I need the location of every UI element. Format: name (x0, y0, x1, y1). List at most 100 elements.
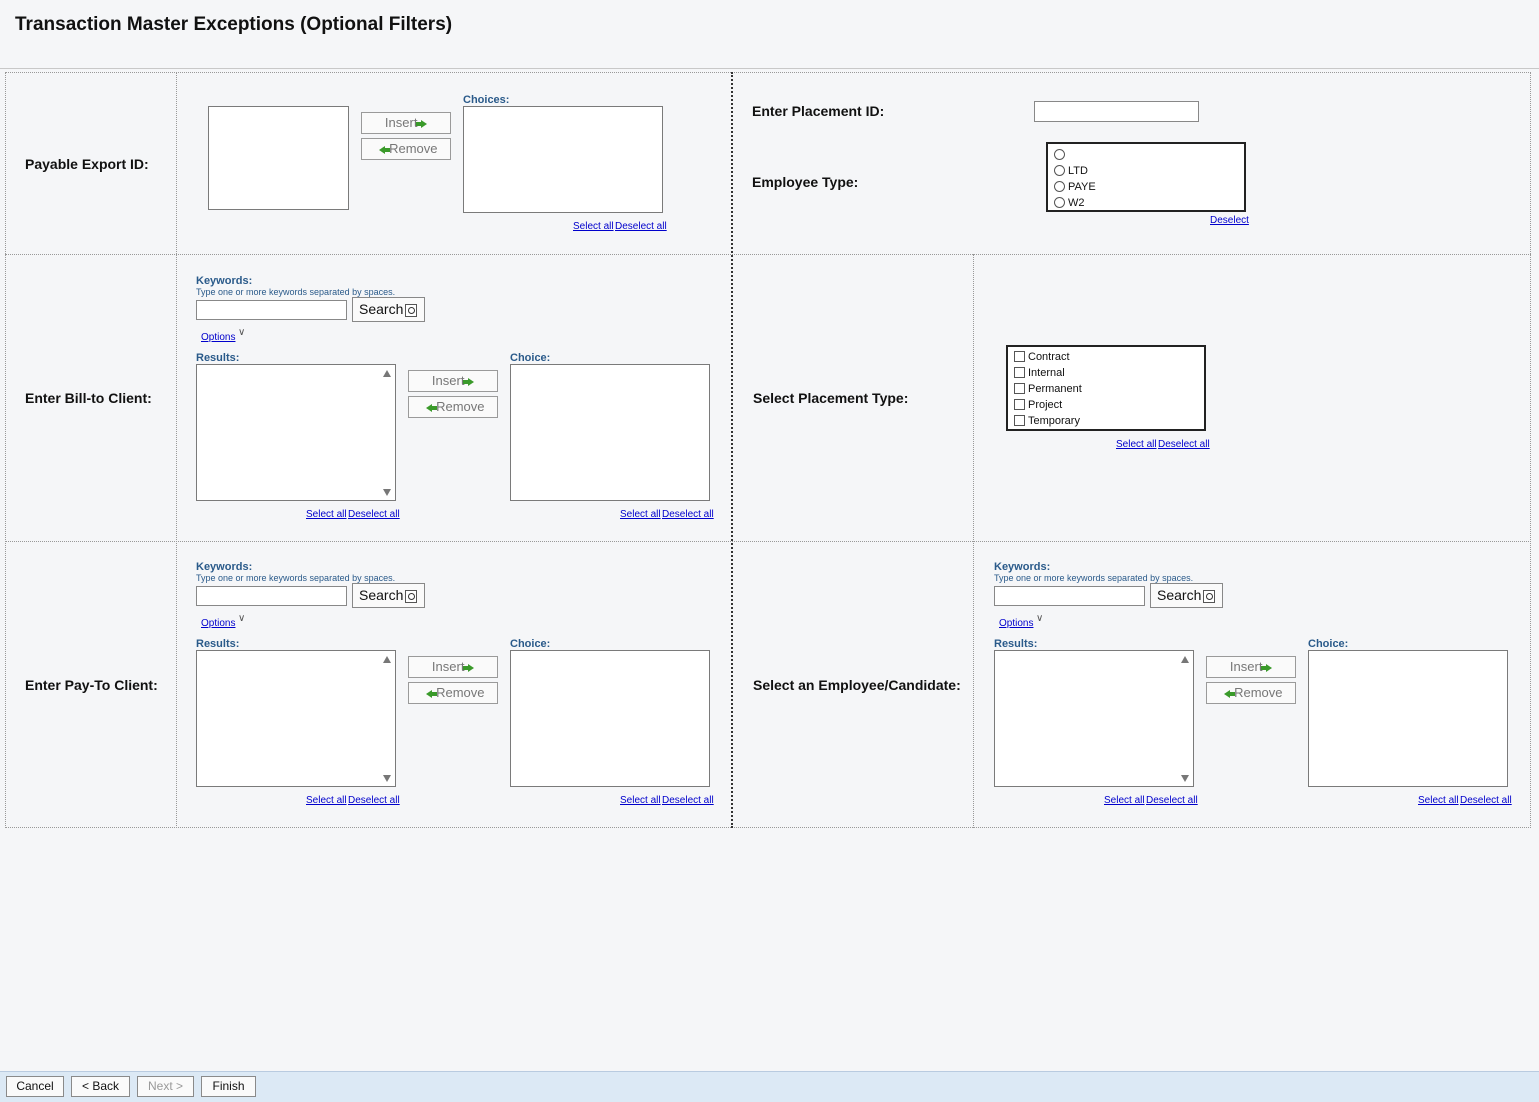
finish-button[interactable]: Finish (201, 1076, 256, 1097)
bill-to-search-button[interactable]: Search (352, 297, 425, 322)
pay-to-search-input[interactable] (196, 586, 347, 606)
page-title: Transaction Master Exceptions (Optional … (15, 14, 453, 35)
pay-to-search-button[interactable]: Search (352, 583, 425, 608)
employee-type-option[interactable]: PAYE (1054, 179, 1096, 195)
employee-remove-button[interactable]: Remove (1206, 682, 1296, 704)
placement-type-option[interactable]: Project (1014, 397, 1062, 413)
bill-to-choice-list[interactable] (510, 364, 710, 501)
bill-to-options-link[interactable]: Options (201, 332, 235, 343)
back-button[interactable]: < Back (71, 1076, 130, 1097)
next-button[interactable]: Next > (137, 1076, 194, 1097)
bill-to-remove-button[interactable]: Remove (408, 396, 498, 418)
employee-search-button[interactable]: Search (1150, 583, 1223, 608)
col-divider-right (973, 254, 974, 828)
bill-to-keywords-hint: Type one or more keywords separated by s… (196, 287, 396, 297)
bill-to-results-deselect-all-link[interactable]: Deselect all (348, 509, 400, 520)
employee-results-list[interactable] (994, 650, 1194, 787)
arrow-left-icon (426, 689, 438, 698)
bill-to-choice-select-all-link[interactable]: Select all (620, 509, 661, 520)
employee-label: Select an Employee/Candidate: (753, 677, 961, 693)
bill-to-choice-label: Choice: (510, 352, 551, 364)
pay-to-results-deselect-all-link[interactable]: Deselect all (348, 795, 400, 806)
checkbox[interactable] (1014, 383, 1025, 395)
checkbox[interactable] (1014, 367, 1025, 379)
radio-button[interactable] (1054, 197, 1065, 209)
scroll-up-icon[interactable] (1181, 656, 1189, 663)
employee-insert-button[interactable]: Insert (1206, 656, 1296, 678)
employee-keywords-hint: Type one or more keywords separated by s… (994, 573, 1194, 583)
placement-type-option[interactable]: Internal (1014, 365, 1065, 381)
employee-results-select-all-link[interactable]: Select all (1104, 795, 1145, 806)
pay-to-options-link[interactable]: Options (201, 618, 235, 629)
employee-choice-select-all-link[interactable]: Select all (1418, 795, 1459, 806)
radio-button[interactable] (1054, 165, 1065, 177)
employee-type-option[interactable] (1054, 147, 1068, 163)
employee-type-radio-group: LTD PAYE W2 (1046, 142, 1246, 212)
option-label: Permanent (1028, 382, 1082, 395)
employee-results-deselect-all-link[interactable]: Deselect all (1146, 795, 1198, 806)
bill-to-results-select-all-link[interactable]: Select all (306, 509, 347, 520)
scroll-up-icon[interactable] (383, 370, 391, 377)
placement-type-option[interactable]: Permanent (1014, 381, 1082, 397)
pay-to-label: Enter Pay-To Client: (25, 677, 158, 693)
row-divider-2 (5, 541, 1531, 542)
search-icon (1203, 589, 1216, 603)
radio-button[interactable] (1054, 149, 1065, 161)
pay-to-choice-deselect-all-link[interactable]: Deselect all (662, 795, 714, 806)
employee-type-deselect-link[interactable]: Deselect (1210, 215, 1249, 226)
payable-deselect-all-link[interactable]: Deselect all (615, 221, 667, 232)
placement-type-option[interactable]: Temporary (1014, 413, 1080, 429)
scroll-down-icon[interactable] (383, 775, 391, 782)
checkbox[interactable] (1014, 399, 1025, 411)
pay-to-choice-select-all-link[interactable]: Select all (620, 795, 661, 806)
arrow-right-icon (463, 663, 475, 672)
pay-to-results-list[interactable] (196, 650, 396, 787)
employee-choice-deselect-all-link[interactable]: Deselect all (1460, 795, 1512, 806)
scroll-down-icon[interactable] (1181, 775, 1189, 782)
option-label: Temporary (1028, 414, 1080, 427)
payable-remove-button[interactable]: Remove (361, 138, 451, 160)
search-label: Search (359, 301, 404, 317)
payable-insert-button[interactable]: Insert (361, 112, 451, 134)
employee-type-option[interactable]: LTD (1054, 163, 1088, 179)
cancel-button[interactable]: Cancel (6, 1076, 64, 1097)
payable-select-all-link[interactable]: Select all (573, 221, 614, 232)
pay-to-remove-button[interactable]: Remove (408, 682, 498, 704)
option-label: Internal (1028, 366, 1065, 379)
employee-type-option[interactable]: W2 (1054, 195, 1085, 211)
placement-type-option[interactable]: Contract (1014, 349, 1070, 365)
arrow-left-icon (1224, 689, 1236, 698)
bill-to-choice-deselect-all-link[interactable]: Deselect all (662, 509, 714, 520)
chevron-down-icon[interactable]: ∨ (238, 613, 245, 624)
checkbox[interactable] (1014, 415, 1025, 427)
option-label: LTD (1068, 164, 1088, 177)
chevron-down-icon[interactable]: ∨ (238, 327, 245, 338)
placement-type-deselect-all-link[interactable]: Deselect all (1158, 439, 1210, 450)
employee-type-label: Employee Type: (752, 174, 859, 190)
remove-label: Remove (389, 141, 438, 156)
employee-choice-list[interactable] (1308, 650, 1508, 787)
pay-to-insert-button[interactable]: Insert (408, 656, 498, 678)
placement-type-checkbox-group: Contract Internal Permanent Project Temp… (1006, 345, 1206, 431)
bill-to-keywords-label: Keywords: (196, 275, 253, 287)
scroll-down-icon[interactable] (383, 489, 391, 496)
placement-id-input[interactable] (1034, 101, 1199, 122)
placement-type-select-all-link[interactable]: Select all (1116, 439, 1157, 450)
radio-button[interactable] (1054, 181, 1065, 193)
scroll-up-icon[interactable] (383, 656, 391, 663)
bill-to-results-list[interactable] (196, 364, 396, 501)
bill-to-search-input[interactable] (196, 300, 347, 320)
payable-export-textarea[interactable] (208, 106, 349, 210)
remove-label: Remove (436, 399, 485, 414)
col-divider-center (731, 72, 733, 828)
pay-to-keywords-hint: Type one or more keywords separated by s… (196, 573, 396, 583)
bill-to-insert-button[interactable]: Insert (408, 370, 498, 392)
payable-choices-list[interactable] (463, 106, 663, 213)
checkbox[interactable] (1014, 351, 1025, 363)
pay-to-choice-list[interactable] (510, 650, 710, 787)
remove-label: Remove (436, 685, 485, 700)
employee-options-link[interactable]: Options (999, 618, 1033, 629)
chevron-down-icon[interactable]: ∨ (1036, 613, 1043, 624)
employee-search-input[interactable] (994, 586, 1145, 606)
pay-to-results-select-all-link[interactable]: Select all (306, 795, 347, 806)
